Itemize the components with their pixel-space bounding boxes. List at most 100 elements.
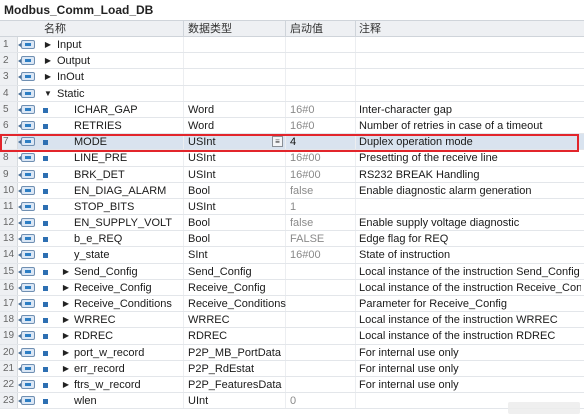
expand-arrow-icon[interactable]: ▶ [62, 328, 70, 344]
variable-datatype[interactable]: USInt [188, 134, 216, 150]
table-row[interactable]: 20 ▶ port_w_record P2P_MB_PortData For inter… [0, 344, 584, 361]
variable-datatype[interactable]: USInt [188, 150, 216, 166]
variable-name[interactable]: EN_DIAG_ALARM [74, 183, 166, 199]
variable-start-value[interactable]: 1 [290, 199, 296, 215]
variable-start-value[interactable]: 0 [290, 393, 296, 409]
table-row[interactable]: 15 ▶ Send_Config Send_Config Local instance … [0, 263, 584, 280]
variable-start-value[interactable]: 16#00 [290, 150, 321, 166]
variable-name[interactable]: Input [57, 37, 81, 53]
variable-start-value[interactable]: 16#0 [290, 118, 314, 134]
table-row[interactable]: 2 ▶ Output [0, 53, 584, 70]
variable-comment[interactable]: Local instance of the instruction Send_C… [359, 264, 581, 280]
variable-datatype[interactable]: SInt [188, 247, 208, 263]
table-row[interactable]: 17 ▶ Receive_Conditions Receive_Conditions P… [0, 296, 584, 313]
table-row[interactable]: 10 EN_DIAG_ALARM Bool false Enable diagnosti… [0, 182, 584, 199]
variable-name[interactable]: wlen [74, 393, 97, 409]
table-row[interactable]: 6 RETRIES Word 16#0 Number of retries in cas… [0, 117, 584, 135]
table-row[interactable]: 3 ▶ InOut [0, 69, 584, 86]
variable-name[interactable]: Output [57, 53, 90, 69]
variable-name[interactable]: Receive_Config [74, 280, 152, 296]
variable-datatype[interactable]: P2P_FeaturesData [188, 377, 282, 393]
variable-datatype[interactable]: Bool [188, 183, 210, 199]
variable-comment[interactable]: Enable diagnostic alarm generation [359, 183, 581, 199]
variable-name[interactable]: Send_Config [74, 264, 138, 280]
variable-name[interactable]: port_w_record [74, 345, 144, 361]
table-row[interactable]: 14 y_state SInt 16#00 State of instruction [0, 247, 584, 264]
variable-comment[interactable]: For internal use only [359, 377, 581, 393]
variable-comment[interactable] [359, 86, 581, 102]
expand-arrow-icon[interactable]: ▶ [44, 53, 52, 69]
collapse-arrow-icon[interactable]: ▼ [44, 86, 52, 102]
variable-comment[interactable]: Number of retries in case of a timeout [359, 118, 581, 134]
variable-start-value[interactable]: 4 [290, 134, 296, 150]
table-row[interactable]: 16 ▶ Receive_Config Receive_Config Local ins… [0, 279, 584, 296]
variable-name[interactable]: Receive_Conditions [74, 296, 172, 312]
variable-comment[interactable]: Inter-character gap [359, 102, 581, 118]
variable-comment[interactable]: Duplex operation mode [359, 134, 581, 150]
variable-datatype[interactable]: Bool [188, 215, 210, 231]
variable-datatype[interactable]: Receive_Config [188, 280, 266, 296]
variable-comment[interactable] [359, 69, 581, 85]
expand-arrow-icon[interactable]: ▶ [62, 377, 70, 393]
expand-arrow-icon[interactable]: ▶ [62, 264, 70, 280]
variable-comment[interactable] [359, 37, 581, 53]
variable-datatype[interactable]: UInt [188, 393, 208, 409]
variable-comment[interactable]: RS232 BREAK Handling [359, 167, 581, 183]
table-row[interactable]: 12 EN_SUPPLY_VOLT Bool false Enable supply v… [0, 215, 584, 232]
expand-arrow-icon[interactable]: ▶ [44, 37, 52, 53]
variable-name[interactable]: BRK_DET [74, 167, 125, 183]
variable-name[interactable]: Static [57, 86, 85, 102]
header-datatype[interactable]: 数据类型 [188, 21, 232, 37]
table-row[interactable]: 19 ▶ RDREC RDREC Local instance of the instr… [0, 328, 584, 345]
variable-comment[interactable]: Local instance of the instruction WRREC [359, 312, 581, 328]
table-row[interactable]: 21 ▶ err_record P2P_RdEstat For internal use… [0, 360, 584, 377]
header-name[interactable]: 名称 [44, 21, 66, 37]
variable-datatype[interactable]: USInt [188, 199, 216, 215]
variable-datatype[interactable]: P2P_RdEstat [188, 361, 254, 377]
variable-datatype[interactable]: Bool [188, 231, 210, 247]
variable-comment[interactable]: Parameter for Receive_Config [359, 296, 581, 312]
table-row[interactable]: 4 ▼ Static [0, 85, 584, 102]
variable-comment[interactable]: Edge flag for REQ [359, 231, 581, 247]
table-row[interactable]: 13 b_e_REQ Bool FALSE Edge flag for REQ [0, 231, 584, 248]
variable-name[interactable]: LINE_PRE [74, 150, 127, 166]
variable-comment[interactable]: Enable supply voltage diagnostic [359, 215, 581, 231]
variable-datatype[interactable]: USInt [188, 167, 216, 183]
header-comment[interactable]: 注释 [359, 21, 381, 37]
variable-name[interactable]: InOut [57, 69, 84, 85]
variable-datatype[interactable]: Receive_Conditions [188, 296, 286, 312]
variable-name[interactable]: WRREC [74, 312, 116, 328]
expand-arrow-icon[interactable]: ▶ [62, 361, 70, 377]
variable-start-value[interactable]: FALSE [290, 231, 324, 247]
expand-arrow-icon[interactable]: ▶ [62, 312, 70, 328]
variable-start-value[interactable]: 16#00 [290, 247, 321, 263]
variable-datatype[interactable]: Word [188, 102, 214, 118]
header-start-value[interactable]: 启动值 [290, 21, 323, 37]
variable-name[interactable]: STOP_BITS [74, 199, 134, 215]
variable-start-value[interactable]: 16#0 [290, 102, 314, 118]
variable-comment[interactable]: State of instruction [359, 247, 581, 263]
variable-comment[interactable]: Local instance of the instruction RDREC [359, 328, 581, 344]
expand-arrow-icon[interactable]: ▶ [62, 280, 70, 296]
table-row[interactable]: 7 MODE USInt ≡ 4 Duplex operation mode [0, 134, 584, 151]
variable-name[interactable]: y_state [74, 247, 109, 263]
expand-arrow-icon[interactable]: ▶ [62, 296, 70, 312]
table-row[interactable]: 23 wlen UInt 0 [0, 393, 584, 410]
variable-comment[interactable] [359, 199, 581, 215]
variable-datatype[interactable]: Send_Config [188, 264, 252, 280]
variable-name[interactable]: ftrs_w_record [74, 377, 141, 393]
variable-datatype[interactable]: Word [188, 118, 214, 134]
table-row[interactable]: 8 LINE_PRE USInt 16#00 Presetting of the rec… [0, 150, 584, 167]
table-row[interactable]: 18 ▶ WRREC WRREC Local instance of the instr… [0, 312, 584, 329]
table-row[interactable]: 22 ▶ ftrs_w_record P2P_FeaturesData For inte… [0, 376, 584, 394]
variable-name[interactable]: b_e_REQ [74, 231, 122, 247]
variable-comment[interactable]: For internal use only [359, 345, 581, 361]
variable-name[interactable]: RETRIES [74, 118, 122, 134]
variable-comment[interactable]: For internal use only [359, 361, 581, 377]
variable-start-value[interactable]: false [290, 183, 313, 199]
expand-arrow-icon[interactable]: ▶ [44, 69, 52, 85]
variable-comment[interactable]: Presetting of the receive line [359, 150, 581, 166]
variable-datatype[interactable]: WRREC [188, 312, 230, 328]
variable-name[interactable]: EN_SUPPLY_VOLT [74, 215, 172, 231]
variable-name[interactable]: RDREC [74, 328, 113, 344]
